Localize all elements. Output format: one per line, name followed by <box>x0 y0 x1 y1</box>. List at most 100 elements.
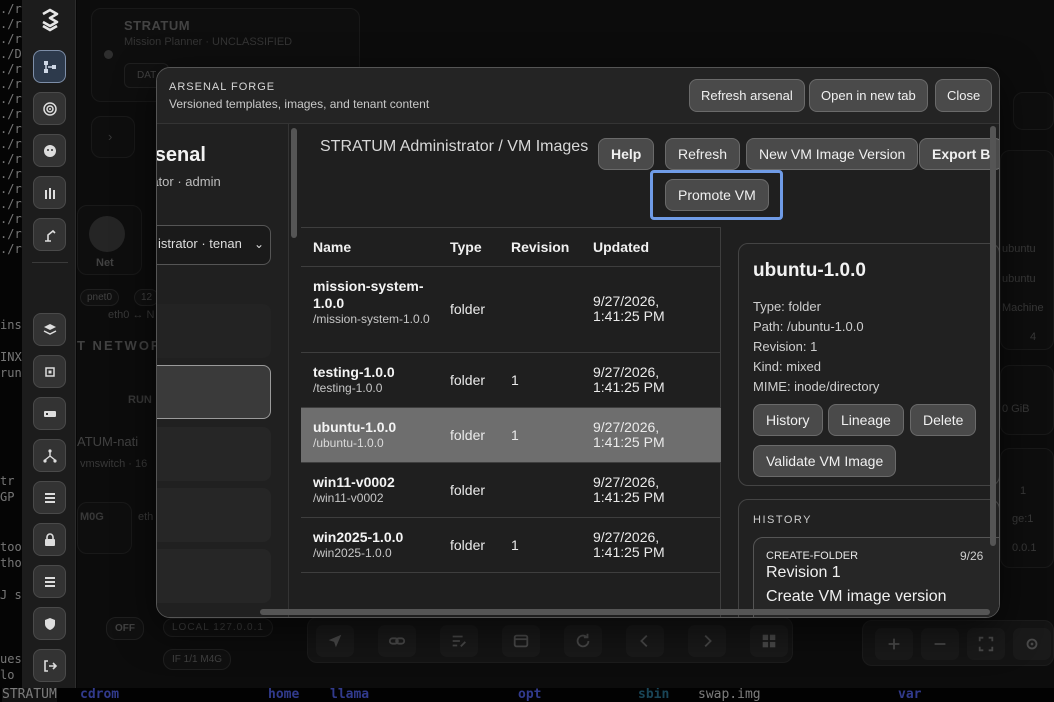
open-in-new-tab-button[interactable]: Open in new tab <box>809 79 928 112</box>
left-pane-scrollbar[interactable] <box>291 128 297 238</box>
row-name-text: mission-system-1.0.0 <box>313 278 424 311</box>
column-header-revision[interactable]: Revision <box>511 228 569 266</box>
app-sidebar <box>22 0 76 688</box>
breadcrumb-path: STRATUM Administrator / VM Images <box>320 138 589 155</box>
delete-button[interactable]: Delete <box>910 404 977 436</box>
lock-icon <box>44 532 55 546</box>
sidebar-shield-button[interactable] <box>33 607 66 640</box>
row-name-text: ubuntu-1.0.0 <box>313 419 397 435</box>
row-name-text: testing-1.0.0 <box>313 364 395 380</box>
close-button[interactable]: Close <box>935 79 993 112</box>
modal-subtitle: Versioned templates, images, and tenant … <box>169 97 430 111</box>
layers-icon <box>43 323 56 335</box>
sidebar-logout-button[interactable] <box>33 649 66 682</box>
modal-header: ARSENAL FORGE Versioned templates, image… <box>157 68 999 124</box>
row-path: /mission-system-1.0.0 <box>313 312 430 326</box>
radar-icon <box>42 101 57 116</box>
row-revision: 1 <box>511 537 519 553</box>
row-name: mission-system-1.0.0/mission-system-1.0.… <box>313 278 431 326</box>
row-type: folder <box>450 372 486 388</box>
sidebar-arsenal-button[interactable] <box>33 176 66 209</box>
row-updated: 9/27/2026, 1:41:25 PM <box>593 293 665 324</box>
history-button[interactable]: History <box>753 404 823 436</box>
history-kind: CREATE-FOLDER <box>766 550 859 562</box>
detail-path: Path: /ubuntu-1.0.0 <box>753 319 864 334</box>
promote-vm-button[interactable]: Promote VM <box>665 179 769 211</box>
column-header-updated[interactable]: Updated <box>593 228 649 266</box>
validate-vm-image-button[interactable]: Validate VM Image <box>753 445 897 477</box>
detail-scrollbar[interactable] <box>990 126 996 546</box>
history-revision: Revision 1 <box>766 564 841 581</box>
arsenal-user-role: rator · admin <box>157 174 221 189</box>
topology-icon <box>43 60 56 73</box>
sidebar-chip-button[interactable] <box>33 355 66 388</box>
row-updated: 9/27/2026, 1:41:25 PM <box>593 419 665 450</box>
sidebar-lock-button[interactable] <box>33 523 66 556</box>
tenant-select[interactable]: istrator · tenan ⌄ <box>157 225 271 265</box>
help-button[interactable]: Help <box>598 138 655 170</box>
table-row[interactable]: win11-v0002/win11-v0002 folder 9/27/2026… <box>301 463 721 518</box>
table-row[interactable]: testing-1.0.0/testing-1.0.0 folder 1 9/2… <box>301 353 721 408</box>
arsenal-icon <box>44 187 55 199</box>
server-icon <box>43 410 56 417</box>
agent-icon <box>43 144 56 157</box>
column-header-name[interactable]: Name <box>313 228 351 266</box>
row-updated: 9/27/2026, 1:41:25 PM <box>593 529 665 560</box>
logout-icon <box>43 659 57 672</box>
row-name: win11-v0002/win11-v0002 <box>313 474 431 505</box>
row-type: folder <box>450 427 486 443</box>
history-item[interactable]: CREATE-FOLDER 9/26 Revision 1 Create VM … <box>753 537 999 617</box>
table-row[interactable]: win2025-1.0.0/win2025-1.0.0 folder 1 9/2… <box>301 518 721 573</box>
detail-kind: Kind: mixed <box>753 359 821 374</box>
history-message: Create VM image version <box>766 588 947 605</box>
row-updated: 9/27/2026, 1:41:25 PM <box>593 474 665 505</box>
horizontal-scrollbar[interactable] <box>260 609 990 615</box>
row-name: win2025-1.0.0/win2025-1.0.0 <box>313 529 431 560</box>
sidebar-server-button[interactable] <box>33 397 66 430</box>
chevron-down-icon: ⌄ <box>253 237 264 251</box>
history-date: 9/26 <box>960 549 984 563</box>
sidebar-topology-button[interactable] <box>33 50 66 83</box>
row-name: ubuntu-1.0.0/ubuntu-1.0.0 <box>313 419 431 450</box>
row-type: folder <box>450 301 486 317</box>
refresh-arsenal-button[interactable]: Refresh arsenal <box>689 79 805 112</box>
row-type: folder <box>450 537 486 553</box>
network-icon <box>42 448 57 463</box>
row-name-text: win2025-1.0.0 <box>313 529 404 545</box>
column-header-type[interactable]: Type <box>450 228 482 266</box>
sidebar-stack-button[interactable] <box>33 565 66 598</box>
library-card[interactable] <box>157 549 271 603</box>
row-name: testing-1.0.0/testing-1.0.0 <box>313 364 431 395</box>
sidebar-network-button[interactable] <box>33 439 66 472</box>
stratum-logo-icon <box>36 6 64 34</box>
sidebar-layers-button[interactable] <box>33 313 66 346</box>
sidebar-radar-button[interactable] <box>33 92 66 125</box>
detail-title: ubuntu-1.0.0 <box>753 260 866 281</box>
library-card[interactable] <box>157 304 271 358</box>
sidebar-agent-button[interactable] <box>33 134 66 167</box>
table-row[interactable]: mission-system-1.0.0/mission-system-1.0.… <box>301 267 721 353</box>
modal-kicker: ARSENAL FORGE <box>169 81 276 93</box>
row-type: folder <box>450 482 486 498</box>
library-card[interactable] <box>157 488 271 542</box>
arsenal-title: rsenal <box>157 144 206 166</box>
table-row-selected[interactable]: ubuntu-1.0.0/ubuntu-1.0.0 folder 1 9/27/… <box>301 408 721 463</box>
chip-icon <box>44 366 55 377</box>
sidebar-list-button[interactable] <box>33 481 66 514</box>
refresh-button[interactable]: Refresh <box>665 138 741 170</box>
row-revision: 1 <box>511 372 519 388</box>
lineage-button[interactable]: Lineage <box>828 404 904 436</box>
detail-revision: Revision: 1 <box>753 339 818 354</box>
row-updated: 9/27/2026, 1:41:25 PM <box>593 364 665 395</box>
arsenal-forge-modal: ARSENAL FORGE Versioned templates, image… <box>156 67 1000 618</box>
sidebar-robot-button[interactable] <box>33 218 66 251</box>
export-button[interactable]: Export B <box>919 138 999 170</box>
library-card[interactable] <box>157 427 271 481</box>
image-table: Name Type Revision Updated mission-syste… <box>301 227 721 617</box>
row-name-text: win11-v0002 <box>313 474 395 490</box>
history-card: HISTORY CREATE-FOLDER 9/26 Revision 1 Cr… <box>738 499 999 617</box>
library-card-selected[interactable] <box>157 365 271 419</box>
new-vm-image-version-button[interactable]: New VM Image Version <box>746 138 919 170</box>
row-path: /win11-v0002 <box>313 491 384 505</box>
detail-mime: MIME: inode/directory <box>753 379 880 394</box>
